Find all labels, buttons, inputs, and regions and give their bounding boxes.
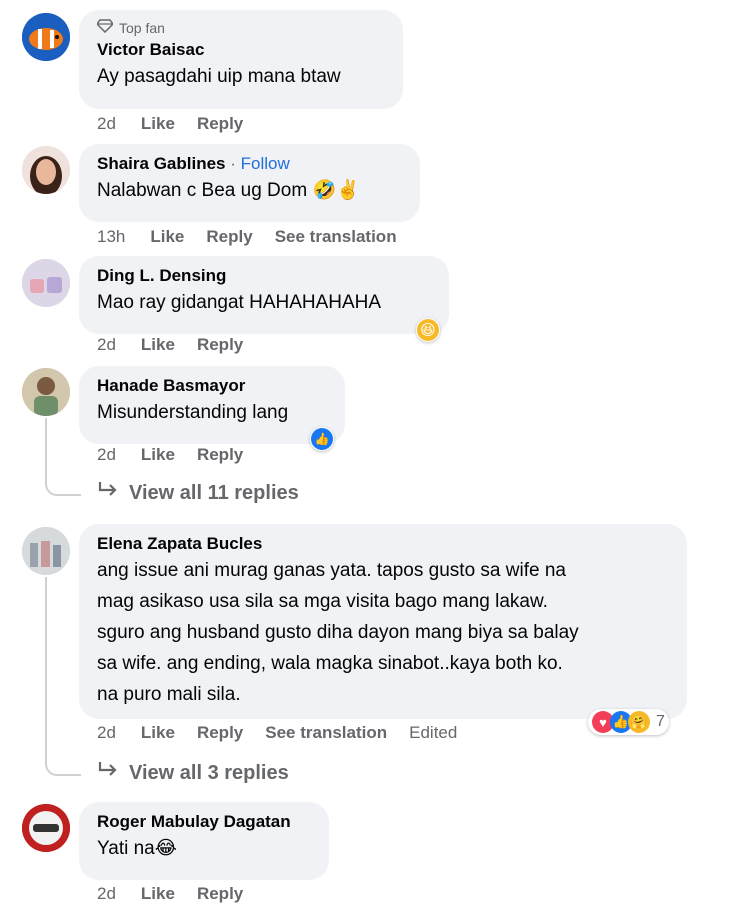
reply-button[interactable]: Reply bbox=[197, 114, 243, 134]
haha-reaction-icon: 😆 bbox=[417, 319, 439, 341]
comment-text-line: mag asikaso usa sila sa mga visita bago … bbox=[97, 591, 548, 612]
comment-text-line: sguro ang husband gusto diha dayon mang … bbox=[97, 622, 579, 643]
comment-bubble: Top fan Victor Baisac Ay pasagdahi uip m… bbox=[79, 10, 403, 109]
comment-text: Nalabwan c Bea ug Dom 🤣✌️ bbox=[97, 180, 360, 201]
avatar[interactable] bbox=[22, 13, 70, 61]
timestamp[interactable]: 2d bbox=[97, 723, 116, 743]
like-reaction-icon: 👍 bbox=[311, 428, 333, 450]
see-translation-link[interactable]: See translation bbox=[275, 227, 397, 247]
like-button[interactable]: Like bbox=[141, 335, 175, 355]
comment-bubble: Elena Zapata Bucles ang issue ani murag … bbox=[79, 524, 687, 719]
thread-line bbox=[45, 577, 47, 757]
like-button[interactable]: Like bbox=[141, 884, 175, 904]
reaction-summary[interactable]: ♥ 👍 🤗 7 bbox=[588, 709, 669, 735]
like-button[interactable]: Like bbox=[150, 227, 184, 247]
comment-actions: 2d Like Reply See translation Edited bbox=[97, 723, 479, 743]
commenter-name[interactable]: Ding L. Densing bbox=[97, 265, 431, 287]
reply-button[interactable]: Reply bbox=[197, 723, 243, 743]
comment-text: Misunderstanding lang bbox=[97, 402, 289, 423]
commenter-name[interactable]: Hanade Basmayor bbox=[97, 375, 327, 397]
reply-button[interactable]: Reply bbox=[197, 884, 243, 904]
timestamp[interactable]: 2d bbox=[97, 335, 116, 355]
avatar[interactable] bbox=[22, 527, 70, 575]
see-translation-link[interactable]: See translation bbox=[265, 723, 387, 743]
commenter-name[interactable]: Elena Zapata Bucles bbox=[97, 533, 669, 555]
reaction-summary[interactable]: 😆 bbox=[416, 318, 440, 342]
avatar[interactable] bbox=[22, 259, 70, 307]
reply-arrow-icon bbox=[97, 761, 119, 785]
thread-connector bbox=[45, 470, 81, 496]
comment-actions: 2d Like Reply bbox=[97, 114, 265, 134]
comment-bubble: Roger Mabulay Dagatan Yati na😂 bbox=[79, 802, 329, 880]
separator-dot: · bbox=[230, 154, 236, 173]
timestamp[interactable]: 13h bbox=[97, 227, 125, 247]
reaction-count: 7 bbox=[656, 713, 665, 730]
comment-text: Yati na😂 bbox=[97, 838, 177, 859]
view-replies-link[interactable]: View all 3 replies bbox=[97, 761, 289, 785]
like-button[interactable]: Like bbox=[141, 723, 175, 743]
reaction-summary[interactable]: 👍 bbox=[310, 427, 334, 451]
care-reaction-icon: 🤗 bbox=[628, 711, 650, 733]
timestamp[interactable]: 2d bbox=[97, 884, 116, 904]
comment-text: Mao ray gidangat HAHAHAHAHA bbox=[97, 292, 382, 313]
edited-label: Edited bbox=[409, 723, 458, 742]
top-fan-badge: Top fan bbox=[96, 19, 385, 36]
comment-text-line: sa wife. ang ending, wala magka sinabot.… bbox=[97, 653, 563, 674]
timestamp[interactable]: 2d bbox=[97, 114, 116, 134]
commenter-name[interactable]: Roger Mabulay Dagatan bbox=[97, 811, 311, 833]
comment-actions: 13h Like Reply See translation bbox=[97, 227, 419, 247]
reply-button[interactable]: Reply bbox=[197, 335, 243, 355]
timestamp[interactable]: 2d bbox=[97, 445, 116, 465]
commenter-name: Shaira Gablines · Follow bbox=[97, 153, 402, 175]
diamond-icon bbox=[96, 19, 114, 36]
like-button[interactable]: Like bbox=[141, 114, 175, 134]
like-button[interactable]: Like bbox=[141, 445, 175, 465]
avatar[interactable] bbox=[22, 368, 70, 416]
follow-button[interactable]: Follow bbox=[241, 154, 290, 173]
reply-button[interactable]: Reply bbox=[197, 445, 243, 465]
comment-bubble: Ding L. Densing Mao ray gidangat HAHAHAH… bbox=[79, 256, 449, 334]
comment-actions: 2d Like Reply bbox=[97, 445, 265, 465]
thread-line bbox=[45, 418, 47, 478]
comment-actions: 2d Like Reply bbox=[97, 335, 265, 355]
commenter-name[interactable]: Victor Baisac bbox=[97, 39, 385, 61]
thread-connector bbox=[45, 750, 81, 776]
comment-text-line: na puro mali sila. bbox=[97, 684, 241, 705]
view-replies-link[interactable]: View all 11 replies bbox=[97, 481, 299, 505]
avatar[interactable] bbox=[22, 804, 70, 852]
comment-actions: 2d Like Reply bbox=[97, 884, 265, 904]
avatar[interactable] bbox=[22, 146, 70, 194]
reply-button[interactable]: Reply bbox=[206, 227, 252, 247]
comment-bubble: Hanade Basmayor Misunderstanding lang bbox=[79, 366, 345, 444]
comment-text-line: ang issue ani murag ganas yata. tapos gu… bbox=[97, 560, 566, 581]
reply-arrow-icon bbox=[97, 481, 119, 505]
comment-text: Ay pasagdahi uip mana btaw bbox=[97, 66, 341, 87]
comment-bubble: Shaira Gablines · Follow Nalabwan c Bea … bbox=[79, 144, 420, 222]
commenter-name-text[interactable]: Shaira Gablines bbox=[97, 154, 226, 173]
